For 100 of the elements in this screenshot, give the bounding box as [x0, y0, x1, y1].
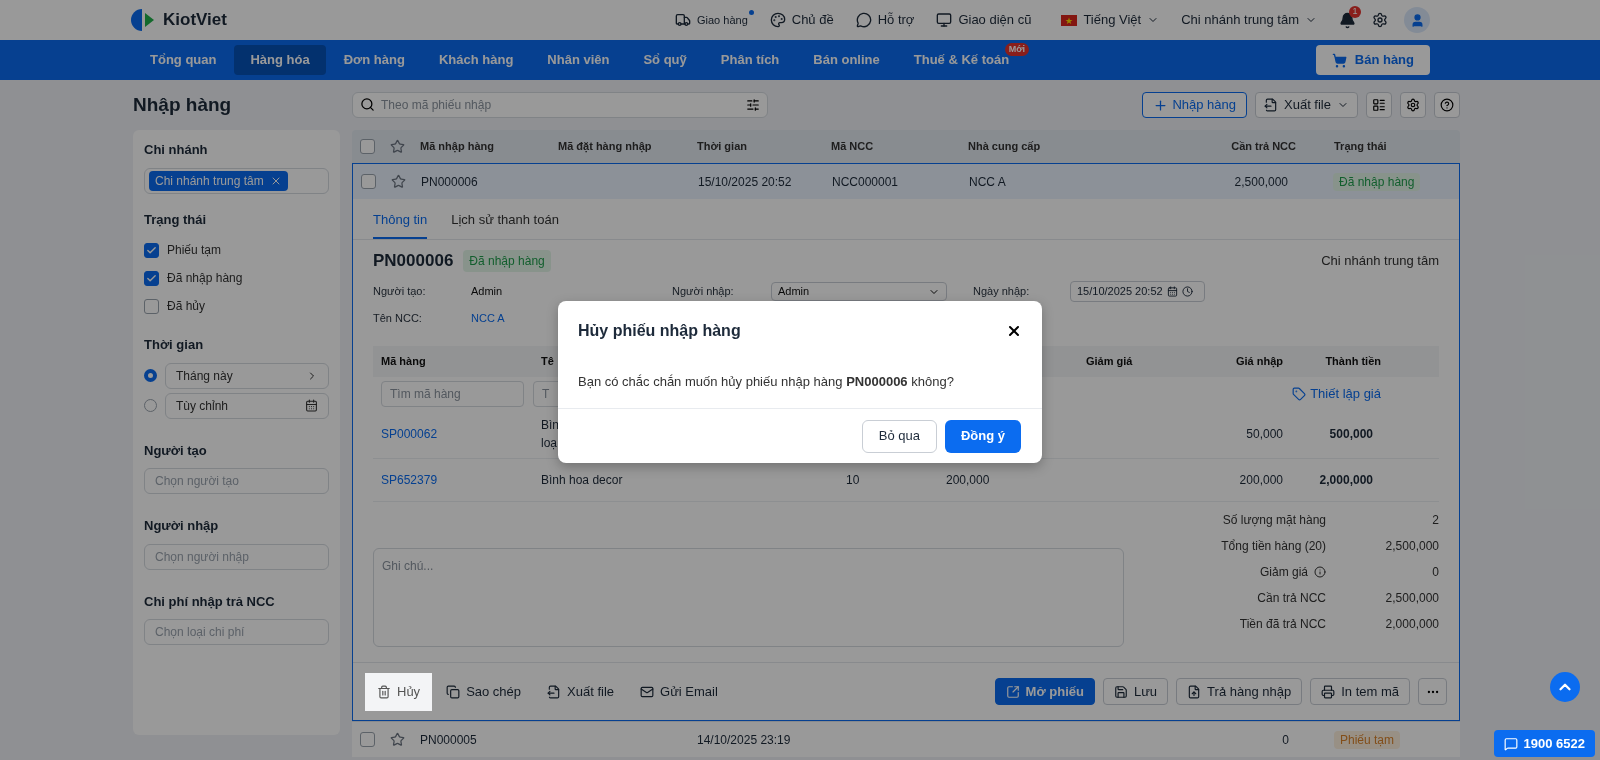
- column-header: Giá nhập: [1234, 354, 1283, 370]
- branch-name: Chi nhánh trung tâm: [1321, 252, 1439, 271]
- summary-value: 2,000,000: [1384, 615, 1439, 633]
- action-button[interactable]: Xuất file: [535, 672, 627, 711]
- nav-tab[interactable]: Bán online: [797, 45, 896, 75]
- page-title: Nhập hàng: [133, 92, 232, 117]
- action-button[interactable]: Mở phiếu: [994, 678, 1095, 705]
- product-code-link[interactable]: SP000062: [373, 425, 533, 443]
- settings-icon[interactable]: [1372, 12, 1388, 28]
- nav-tab[interactable]: Phân tích: [704, 45, 796, 75]
- account-button[interactable]: [1404, 7, 1430, 33]
- scroll-top-button[interactable]: [1550, 672, 1580, 702]
- table-cell-text: NCC000001: [831, 173, 900, 191]
- radio-button[interactable]: [144, 369, 157, 382]
- row-checkbox[interactable]: [360, 174, 376, 189]
- action-button[interactable]: Hủy: [365, 672, 433, 711]
- header-link[interactable]: Giao hàng: [675, 11, 748, 29]
- select-field[interactable]: Chọn loại chi phí: [144, 619, 329, 645]
- sell-button[interactable]: Bán hàng: [1315, 45, 1430, 75]
- header-link[interactable]: Hỗ trợ: [855, 10, 915, 30]
- nav-tab[interactable]: Tổng quan: [134, 45, 233, 75]
- help-button[interactable]: [1434, 92, 1460, 118]
- action-button[interactable]: In tem mã: [1310, 678, 1410, 705]
- set-price-link[interactable]: Thiết lập giá: [1292, 383, 1381, 404]
- field-label: Tên NCC:: [373, 311, 423, 327]
- language-select[interactable]: Tiếng Việt: [1061, 10, 1160, 30]
- star-icon[interactable]: [389, 139, 405, 154]
- product-name: loạ: [541, 435, 558, 452]
- settings-button[interactable]: [1400, 92, 1426, 118]
- nav-tab[interactable]: Đơn hàng: [327, 45, 421, 75]
- table-cell-text: 2,500,000: [1233, 173, 1289, 191]
- checkbox[interactable]: [144, 298, 159, 314]
- action-button[interactable]: Lưu: [1102, 678, 1169, 705]
- filter-label: Trạng thái: [144, 210, 208, 229]
- action-button[interactable]: Sao chép: [434, 672, 534, 711]
- import-button[interactable]: Nhập hàng: [1142, 92, 1247, 118]
- cancel-button[interactable]: Bỏ qua: [861, 419, 937, 453]
- header-link[interactable]: Giao diện cũ: [936, 10, 1032, 30]
- select-all-checkbox[interactable]: [359, 139, 375, 154]
- column-header: Thời gian: [696, 139, 748, 155]
- dialog-message: Bạn có chắc chắn muốn hủy phiếu nhập hàng PN000006 không?: [578, 373, 954, 392]
- importer-select[interactable]: Admin: [771, 282, 947, 301]
- filter-icon[interactable]: [746, 98, 760, 112]
- export-button[interactable]: Xuất file: [1255, 92, 1358, 118]
- upload-file-icon: [1187, 684, 1202, 699]
- nav-tab[interactable]: Hàng hóa: [234, 45, 326, 75]
- star-icon[interactable]: [389, 732, 405, 747]
- nav-tab[interactable]: Khách hàng: [422, 45, 530, 75]
- nav-tab[interactable]: Nhân viên: [531, 45, 626, 75]
- new-badge: Mới: [1004, 43, 1030, 56]
- open-external-icon: [1005, 684, 1020, 699]
- columns-button[interactable]: [1366, 92, 1392, 118]
- column-header: Thành tiền: [1324, 354, 1382, 370]
- select-field[interactable]: Chọn người nhập: [144, 543, 329, 570]
- settings-icon: [1406, 98, 1420, 112]
- clock-icon: [1181, 286, 1193, 297]
- radio-button[interactable]: [144, 399, 157, 412]
- tag-icon: [1292, 386, 1307, 401]
- logo-text: KiotViet: [163, 9, 227, 32]
- select-field[interactable]: Chọn người tạo: [144, 468, 329, 494]
- time-field[interactable]: Tùy chỉnh: [165, 392, 329, 419]
- copy-icon: [446, 684, 461, 699]
- branch-field[interactable]: Chi nhánh trung tâm: [144, 167, 329, 194]
- nav-tab[interactable]: Sổ quỹ: [627, 45, 703, 75]
- save-icon: [1113, 684, 1128, 699]
- chat-icon: [1503, 736, 1518, 751]
- table-row[interactable]: PN000005 14/10/2025 23:19 0 Phiếu tạm: [352, 722, 1460, 757]
- note-field[interactable]: Ghi chú...: [373, 548, 1124, 647]
- time-field[interactable]: Tháng này: [165, 362, 329, 389]
- status-badge: Đã nhập hàng: [463, 250, 551, 272]
- detail-tab[interactable]: Lịch sử thanh toán: [451, 209, 559, 239]
- search-field[interactable]: Theo mã phiếu nhập: [352, 92, 768, 118]
- supplier-link[interactable]: NCC A: [471, 310, 505, 327]
- header-link[interactable]: Chủ đề: [769, 10, 834, 30]
- table-row[interactable]: PN000006 15/10/2025 20:52 NCC000001 NCC A 2,500,000 Đã nhập hàng: [353, 164, 1459, 199]
- printer-icon: [1321, 684, 1336, 699]
- confirm-button[interactable]: Đồng ý: [944, 419, 1021, 453]
- filter-label: Người tạo: [144, 441, 208, 460]
- date-field[interactable]: 15/10/2025 20:52: [1070, 281, 1205, 302]
- row-checkbox[interactable]: [359, 732, 375, 747]
- filter-label: Chi phí nhập trả NCC: [144, 592, 276, 611]
- flag-icon: [1061, 14, 1078, 26]
- detail-tab[interactable]: Thông tin: [373, 209, 428, 239]
- action-button[interactable]: Trả hàng nhập: [1176, 678, 1303, 705]
- checkbox[interactable]: [144, 270, 159, 286]
- code-search-field[interactable]: Tìm mã hàng: [381, 380, 524, 407]
- star-icon[interactable]: [390, 174, 406, 189]
- field-label: Người nhập:: [672, 284, 735, 300]
- table-cell-text: NCC A: [968, 173, 1007, 191]
- summary-label: Giảm giá: [1259, 563, 1308, 581]
- action-button[interactable]: Gửi Email: [628, 672, 730, 711]
- calendar-icon: [305, 399, 318, 412]
- product-code-link[interactable]: SP652379: [373, 471, 533, 489]
- table-cell-text: PN000005: [419, 731, 478, 749]
- branch-select[interactable]: Chi nhánh trung tâm: [1181, 10, 1317, 30]
- field-label: Ngày nhập:: [973, 284, 1031, 300]
- summary-value: 2,500,000: [1384, 537, 1439, 555]
- checkbox[interactable]: [144, 242, 159, 258]
- hotline-button[interactable]: 1900 6522: [1493, 730, 1595, 757]
- summary-value: 2,500,000: [1384, 589, 1439, 607]
